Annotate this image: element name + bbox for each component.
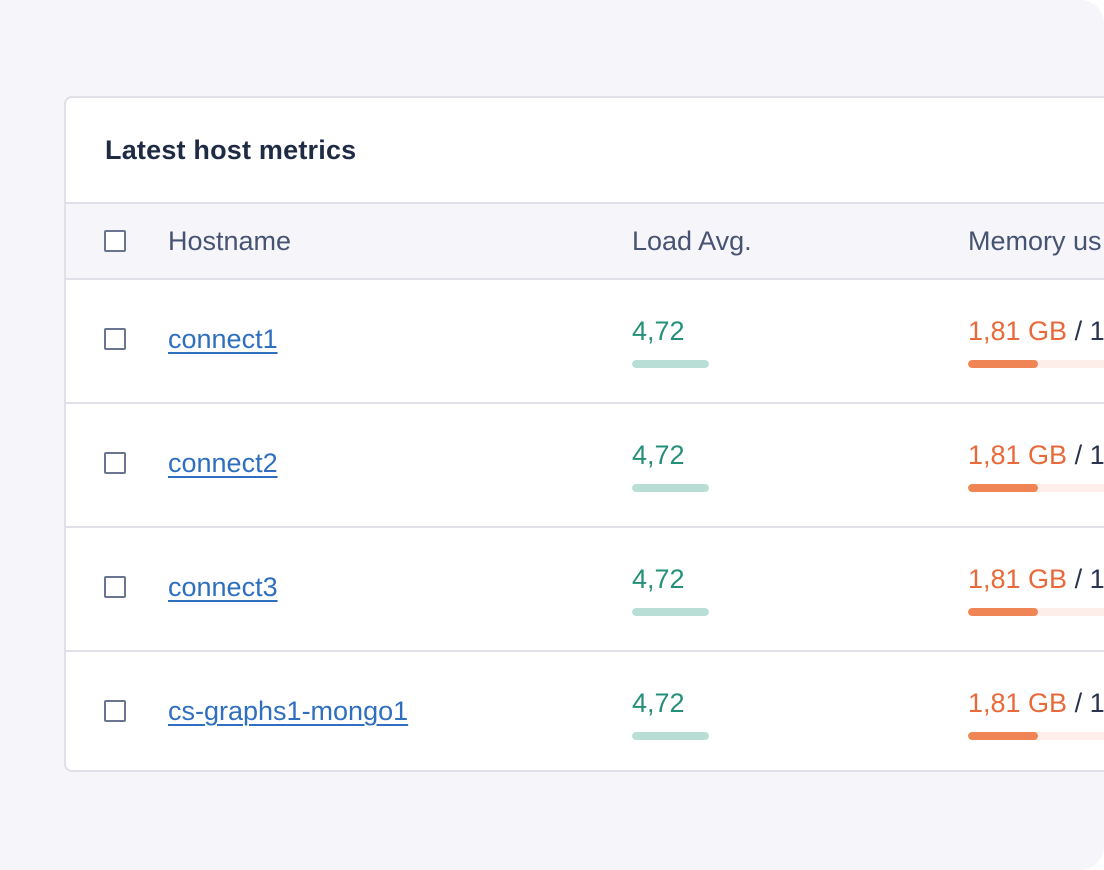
table-row: connect3 4,72 1,81 GB / 1 — [66, 528, 1104, 652]
memory-used: 1,81 GB — [968, 564, 1068, 594]
load-avg-bar-fill — [632, 360, 709, 368]
row-checkbox[interactable] — [104, 328, 126, 350]
memory-usage-bar — [968, 732, 1104, 740]
load-avg-value: 4,72 — [632, 688, 685, 718]
host-metrics-card: Latest host metrics Hostname Load Avg. M… — [64, 96, 1104, 772]
load-avg-bar-fill — [632, 732, 709, 740]
hostname-link[interactable]: connect1 — [168, 324, 278, 355]
memory-usage-bar — [968, 484, 1104, 492]
load-avg-value: 4,72 — [632, 316, 685, 346]
memory-usage-value: 1,81 GB / 1 — [968, 316, 1104, 347]
load-avg-value: 4,72 — [632, 440, 685, 470]
row-checkbox[interactable] — [104, 452, 126, 474]
load-avg-bar-fill — [632, 608, 709, 616]
row-checkbox[interactable] — [104, 576, 126, 598]
table-body: connect1 4,72 1,81 GB / 1 connect2 4,72 1,81 … — [66, 280, 1104, 772]
load-avg-bar — [632, 608, 709, 616]
table-header: Hostname Load Avg. Memory us — [66, 204, 1104, 280]
memory-total: / 1 — [1067, 564, 1104, 594]
column-header-memory-usage[interactable]: Memory us — [968, 204, 1102, 278]
memory-usage-value: 1,81 GB / 1 — [968, 688, 1104, 719]
page-background: Latest host metrics Hostname Load Avg. M… — [0, 0, 1104, 870]
memory-usage-bar-fill — [968, 484, 1038, 492]
column-header-load-avg[interactable]: Load Avg. — [632, 204, 752, 278]
hostname-link[interactable]: cs-graphs1-mongo1 — [168, 696, 408, 727]
memory-total: / 1 — [1067, 688, 1104, 718]
memory-total: / 1 — [1067, 316, 1104, 346]
load-avg-bar — [632, 484, 709, 492]
memory-usage-value: 1,81 GB / 1 — [968, 564, 1104, 595]
load-avg-bar-fill — [632, 484, 709, 492]
table-row: connect1 4,72 1,81 GB / 1 — [66, 280, 1104, 404]
memory-usage-bar-fill — [968, 608, 1038, 616]
memory-used: 1,81 GB — [968, 316, 1068, 346]
load-avg-value: 4,72 — [632, 564, 685, 594]
table-row: cs-graphs1-mongo1 4,72 1,81 GB / 1 — [66, 652, 1104, 772]
card-title: Latest host metrics — [105, 134, 357, 165]
load-avg-bar — [632, 732, 709, 740]
memory-total: / 1 — [1067, 440, 1104, 470]
hostname-link[interactable]: connect3 — [168, 572, 278, 603]
memory-usage-value: 1,81 GB / 1 — [968, 440, 1104, 471]
column-header-hostname[interactable]: Hostname — [168, 204, 291, 278]
select-all-checkbox[interactable] — [104, 230, 126, 252]
memory-usage-bar-fill — [968, 360, 1038, 368]
hostname-link[interactable]: connect2 — [168, 448, 278, 479]
memory-used: 1,81 GB — [968, 688, 1068, 718]
memory-usage-bar — [968, 360, 1104, 368]
load-avg-bar — [632, 360, 709, 368]
memory-usage-bar — [968, 608, 1104, 616]
card-header: Latest host metrics — [66, 98, 1104, 204]
memory-usage-bar-fill — [968, 732, 1038, 740]
table-row: connect2 4,72 1,81 GB / 1 — [66, 404, 1104, 528]
memory-used: 1,81 GB — [968, 440, 1068, 470]
row-checkbox[interactable] — [104, 700, 126, 722]
